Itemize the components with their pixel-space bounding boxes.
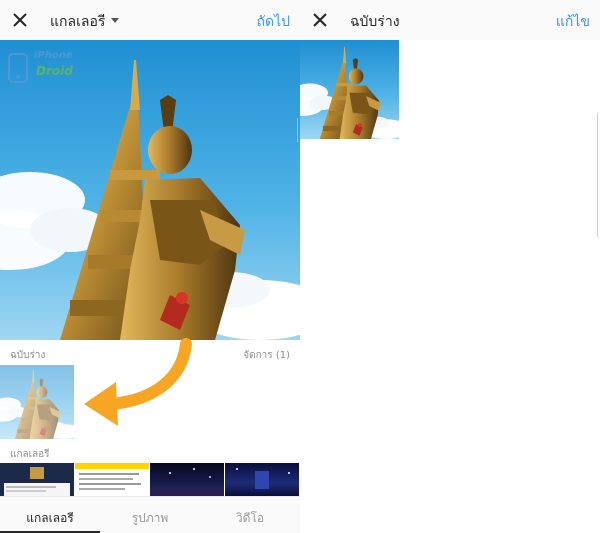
media-tab-bar: แกลเลอรี รูปภาพ วิดีโอ — [0, 496, 300, 533]
gallery-item[interactable] — [150, 463, 224, 496]
gallery-item-image — [236, 468, 290, 489]
drafts-header: ฉบับร่าง แก้ไข — [300, 0, 600, 40]
gallery-item[interactable] — [0, 463, 74, 496]
drafts-title: ฉบับร่าง — [350, 14, 400, 30]
gallery-grid — [0, 463, 300, 496]
gallery-source-selector[interactable]: แกลเลอรี — [50, 11, 120, 33]
watermark-line2: Droid — [36, 64, 73, 78]
tab-gallery[interactable]: แกลเลอรี — [0, 509, 100, 528]
watermark-line1: iPhone — [34, 50, 73, 61]
next-button[interactable]: ถัดไป — [257, 11, 291, 33]
edit-button[interactable]: แก้ไข — [556, 11, 590, 33]
phone-logo-icon — [8, 53, 28, 83]
gallery-item[interactable] — [225, 463, 299, 496]
gallery-title: แกลเลอรี — [50, 14, 106, 30]
gallery-item-image — [75, 463, 149, 496]
close-icon[interactable] — [10, 10, 30, 30]
caret-down-icon — [111, 17, 120, 23]
draft-thumbnail[interactable] — [0, 365, 74, 439]
curved-arrow-icon — [84, 338, 192, 426]
gallery-item[interactable] — [75, 463, 149, 496]
close-icon[interactable] — [310, 10, 330, 30]
panel-divider — [297, 118, 300, 142]
tab-photos[interactable]: รูปภาพ — [100, 509, 200, 528]
photo-preview[interactable]: iPhone Droid — [0, 40, 300, 340]
drafts-panel: ฉบับร่าง แก้ไข — [300, 0, 600, 533]
gallery-header: แกลเลอรี ถัดไป — [0, 0, 300, 40]
draft-photo — [300, 40, 399, 139]
gallery-item-image — [150, 468, 224, 496]
gallery-panel: แกลเลอรี ถัดไป iPhone Droid ฉบับร่าง จัด… — [0, 0, 300, 533]
watermark-logo: iPhone Droid — [6, 50, 86, 90]
draft-photo — [0, 365, 74, 439]
draft-item[interactable] — [300, 40, 399, 139]
gallery-section-label: แกลเลอรี — [10, 449, 50, 460]
tab-videos[interactable]: วิดีโอ — [200, 509, 300, 528]
manage-drafts-button[interactable]: จัดการ (1) — [243, 348, 290, 363]
drafts-label: ฉบับร่าง — [10, 350, 46, 361]
gallery-item-image — [0, 463, 74, 496]
